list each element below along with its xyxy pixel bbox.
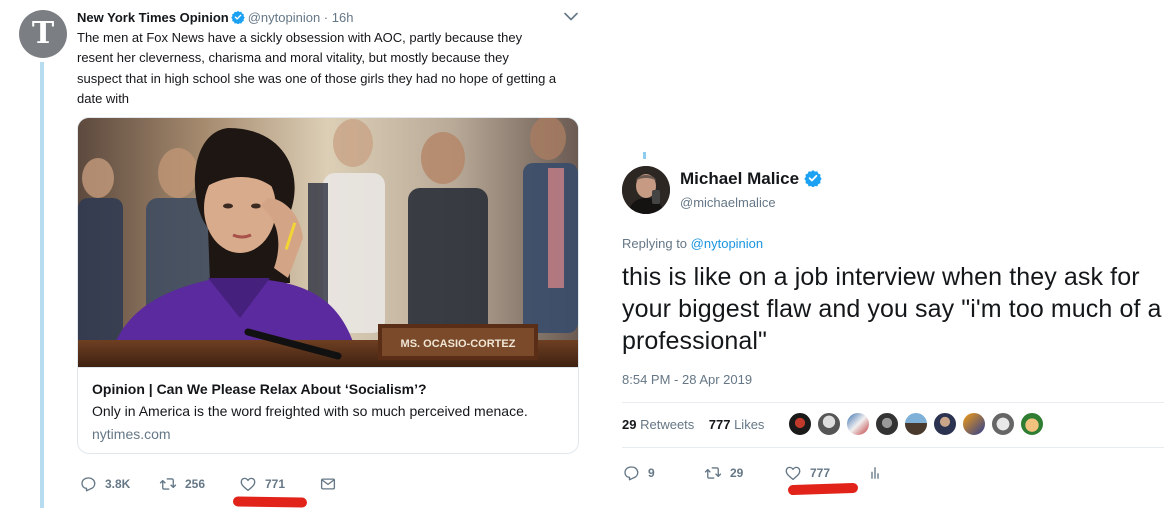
author-name-line: Michael Malice xyxy=(680,168,825,190)
nyt-opinion-tweet: T New York Times Opinion @nytopinion · 16… xyxy=(0,0,600,509)
replying-to: Replying to @nytopinion xyxy=(622,235,763,253)
retweets-stat-label: Retweets xyxy=(640,417,695,432)
likes-stat[interactable]: 777 Likes xyxy=(709,417,765,432)
reply-icon xyxy=(624,466,639,481)
chevron-down-icon[interactable] xyxy=(563,10,579,24)
link-card[interactable]: MS. OCASIO-CORTEZ Opinion | Can We Pleas… xyxy=(77,117,579,454)
verified-badge-icon xyxy=(230,10,245,24)
divider xyxy=(622,447,1164,448)
author-name[interactable]: Michael Malice xyxy=(680,169,799,188)
retweet-icon xyxy=(159,478,177,490)
replying-to-link[interactable]: @nytopinion xyxy=(691,236,763,251)
heart-icon xyxy=(785,466,801,481)
thread-connector-stub xyxy=(643,152,646,159)
card-image: MS. OCASIO-CORTEZ xyxy=(78,118,578,367)
tweet-actions: 3.8K 256 771 xyxy=(77,474,377,494)
tweet-text: The men at Fox News have a sickly obsess… xyxy=(77,30,557,106)
thread-connector-line xyxy=(40,62,44,508)
like-count: 777 xyxy=(810,466,831,480)
nyt-avatar[interactable]: T xyxy=(19,10,67,58)
avatar[interactable] xyxy=(622,166,670,214)
retweet-icon xyxy=(704,467,722,479)
retweet-count: 256 xyxy=(185,477,206,491)
likes-stat-label: Likes xyxy=(734,417,765,432)
reply-count: 9 xyxy=(648,466,655,480)
card-description: Only in America is the word freighted wi… xyxy=(92,403,528,419)
retweet-button[interactable]: 256 xyxy=(159,474,205,494)
liker-avatar[interactable] xyxy=(962,412,986,436)
like-count: 771 xyxy=(265,477,286,491)
tweet-timestamp[interactable]: 8:54 PM - 28 Apr 2019 xyxy=(622,371,752,389)
liker-avatar[interactable] xyxy=(788,412,812,436)
tweet-text: this is like on a job interview when the… xyxy=(622,263,1162,355)
analytics-button[interactable] xyxy=(866,463,884,483)
reply-icon xyxy=(81,477,96,492)
tweet-stats: 29 Retweets 777 Likes xyxy=(622,416,764,434)
like-button[interactable]: 771 xyxy=(239,474,285,494)
tweet-actions: 9 29 777 xyxy=(622,463,922,483)
likes-stat-count: 777 xyxy=(708,417,731,432)
retweet-button[interactable]: 29 xyxy=(704,463,743,483)
author-handle[interactable]: @nytopinion xyxy=(248,10,320,25)
reply-button[interactable]: 3.8K xyxy=(79,474,130,494)
like-button[interactable]: 777 xyxy=(784,463,830,483)
liker-avatar[interactable] xyxy=(846,412,870,436)
divider xyxy=(622,402,1164,403)
liker-avatar[interactable] xyxy=(817,412,841,436)
author-name[interactable]: New York Times Opinion xyxy=(77,10,229,25)
retweets-stat-count: 29 xyxy=(622,417,637,432)
analytics-icon xyxy=(871,467,879,479)
card-domain: nytimes.com xyxy=(92,426,171,442)
tweet-header: New York Times Opinion @nytopinion · 16h xyxy=(77,9,577,29)
mail-icon xyxy=(320,478,336,490)
liker-avatar[interactable] xyxy=(933,412,957,436)
author-handle[interactable]: @michaelmalice xyxy=(680,194,776,212)
red-annotation-underline xyxy=(787,482,859,496)
retweet-count: 29 xyxy=(730,466,744,480)
nameplate-text: MS. OCASIO-CORTEZ xyxy=(401,338,516,350)
michael-malice-tweet: Michael Malice @michaelmalice Replying t… xyxy=(600,0,1172,509)
card-text: Opinion | Can We Please Relax About ‘Soc… xyxy=(78,367,578,453)
card-photo: MS. OCASIO-CORTEZ xyxy=(78,118,578,367)
avatar-photo xyxy=(622,166,670,214)
retweets-stat[interactable]: 29 Retweets xyxy=(622,417,694,432)
red-annotation-underline xyxy=(232,496,308,508)
separator-dot: · xyxy=(323,10,329,25)
reply-button[interactable]: 9 xyxy=(622,463,655,483)
reply-count: 3.8K xyxy=(105,477,131,491)
verified-badge-icon xyxy=(804,170,822,187)
replying-prefix: Replying to xyxy=(622,236,688,251)
liker-avatar[interactable] xyxy=(1020,412,1044,436)
liker-avatar[interactable] xyxy=(991,412,1015,436)
heart-icon xyxy=(240,477,256,492)
liker-avatar[interactable] xyxy=(904,412,928,436)
liker-avatar[interactable] xyxy=(875,412,899,436)
direct-message-button[interactable] xyxy=(319,474,337,494)
card-title[interactable]: Opinion | Can We Please Relax About ‘Soc… xyxy=(92,379,564,399)
tweet-timestamp[interactable]: 16h xyxy=(332,10,354,25)
